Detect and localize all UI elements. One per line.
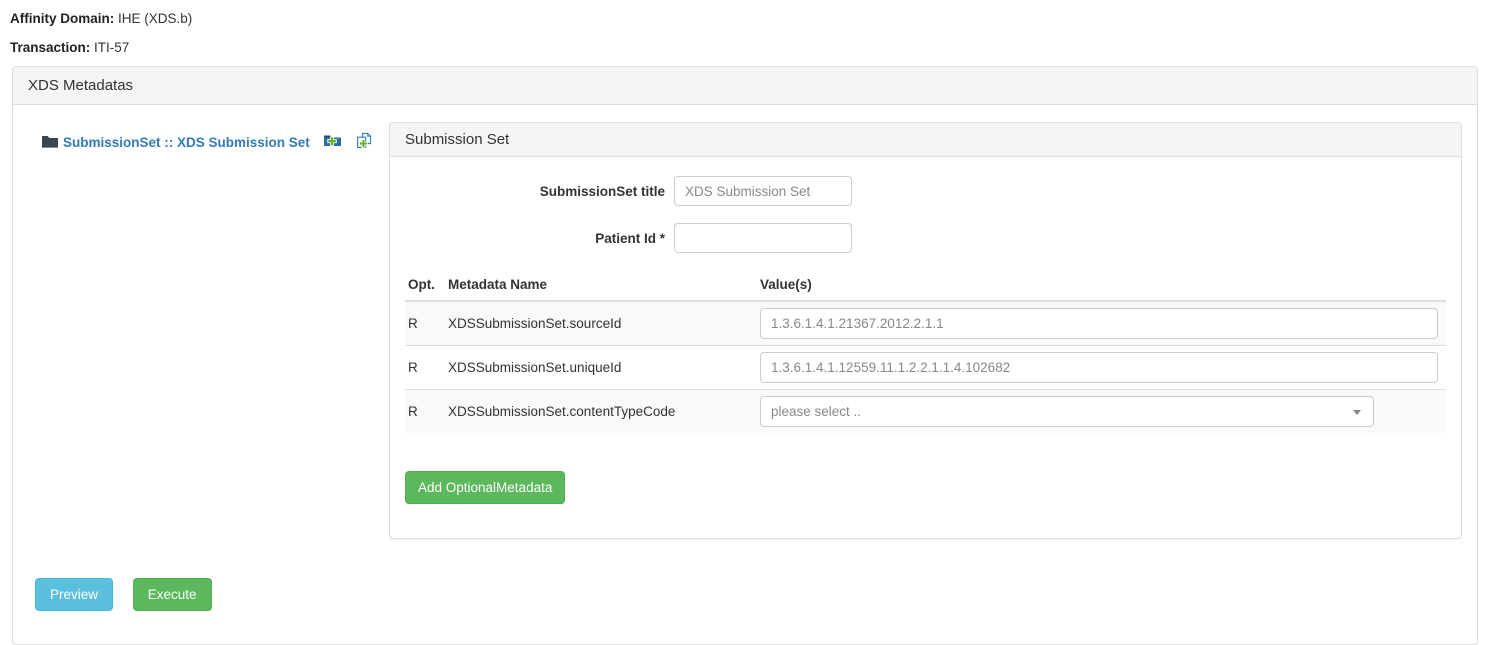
metadata-name-cell: XDSSubmissionSet.uniqueId xyxy=(445,346,757,390)
transaction-line: Transaction: ITI-57 xyxy=(10,38,1492,58)
uniqueid-value-input[interactable] xyxy=(760,352,1438,383)
xds-metadatas-panel-title: XDS Metadatas xyxy=(13,67,1477,105)
form-group-patient-id: Patient Id * xyxy=(405,223,1446,253)
table-row-uniqueid: R XDSSubmissionSet.uniqueId xyxy=(405,346,1446,390)
folder-icon xyxy=(42,134,58,151)
value-cell xyxy=(757,301,1446,346)
tree-row-submissionset: SubmissionSet :: XDS Submission Set xyxy=(42,132,389,153)
header-opt: Opt. xyxy=(405,273,445,301)
transaction-value: ITI-57 xyxy=(90,40,129,55)
xds-metadatas-panel: XDS Metadatas SubmissionSet :: XDS Submi… xyxy=(12,66,1478,645)
add-folder-icon xyxy=(323,133,342,153)
chevron-down-icon xyxy=(1353,410,1361,415)
add-folder-button[interactable] xyxy=(323,133,342,153)
sourceid-value-input[interactable] xyxy=(760,308,1438,339)
patient-id-input[interactable] xyxy=(674,223,852,253)
preview-button[interactable]: Preview xyxy=(35,578,113,611)
copy-icon xyxy=(355,132,373,153)
submission-set-panel: Submission Set SubmissionSet title Patie… xyxy=(389,122,1462,539)
submission-set-panel-body: SubmissionSet title Patient Id * Opt. Me… xyxy=(390,157,1461,538)
add-optional-metadata-button[interactable]: Add OptionalMetadata xyxy=(405,471,565,504)
affinity-domain-line: Affinity Domain: IHE (XDS.b) xyxy=(10,9,1492,29)
contenttypecode-select-value: please select .. xyxy=(771,404,861,419)
opt-cell: R xyxy=(405,301,445,346)
patient-id-label: Patient Id * xyxy=(405,231,665,246)
metadata-table: Opt. Metadata Name Value(s) R XDSSubmiss… xyxy=(405,273,1446,433)
affinity-domain-value: IHE (XDS.b) xyxy=(114,11,192,26)
submissionset-title-input[interactable] xyxy=(674,176,852,206)
metadata-name-cell: XDSSubmissionSet.contentTypeCode xyxy=(445,390,757,434)
opt-cell: R xyxy=(405,346,445,390)
value-cell: please select .. xyxy=(757,390,1446,434)
copy-button[interactable] xyxy=(355,132,373,153)
table-row-contenttypecode: R XDSSubmissionSet.contentTypeCode pleas… xyxy=(405,390,1446,434)
transaction-label: Transaction: xyxy=(10,40,90,55)
table-row-sourceid: R XDSSubmissionSet.sourceId xyxy=(405,301,1446,346)
tree-node-label: SubmissionSet :: XDS Submission Set xyxy=(63,135,310,150)
affinity-domain-label: Affinity Domain: xyxy=(10,11,114,26)
contenttypecode-select[interactable]: please select .. xyxy=(760,396,1374,427)
submission-set-panel-title: Submission Set xyxy=(390,123,1461,157)
metadata-table-header-row: Opt. Metadata Name Value(s) xyxy=(405,273,1446,301)
metadata-tree: SubmissionSet :: XDS Submission Set xyxy=(28,120,389,153)
tree-node-submissionset[interactable]: SubmissionSet :: XDS Submission Set xyxy=(42,134,310,151)
execute-button[interactable]: Execute xyxy=(133,578,212,611)
form-group-title: SubmissionSet title xyxy=(405,176,1446,206)
actions-row: Preview Execute xyxy=(35,578,1462,611)
value-cell xyxy=(757,346,1446,390)
header-values: Value(s) xyxy=(757,273,1446,301)
page-context: Affinity Domain: IHE (XDS.b) Transaction… xyxy=(0,0,1492,57)
metadata-name-cell: XDSSubmissionSet.sourceId xyxy=(445,301,757,346)
header-metadata-name: Metadata Name xyxy=(445,273,757,301)
opt-cell: R xyxy=(405,390,445,434)
xds-metadatas-panel-body: SubmissionSet :: XDS Submission Set xyxy=(13,105,1477,644)
submissionset-title-label: SubmissionSet title xyxy=(405,184,665,199)
